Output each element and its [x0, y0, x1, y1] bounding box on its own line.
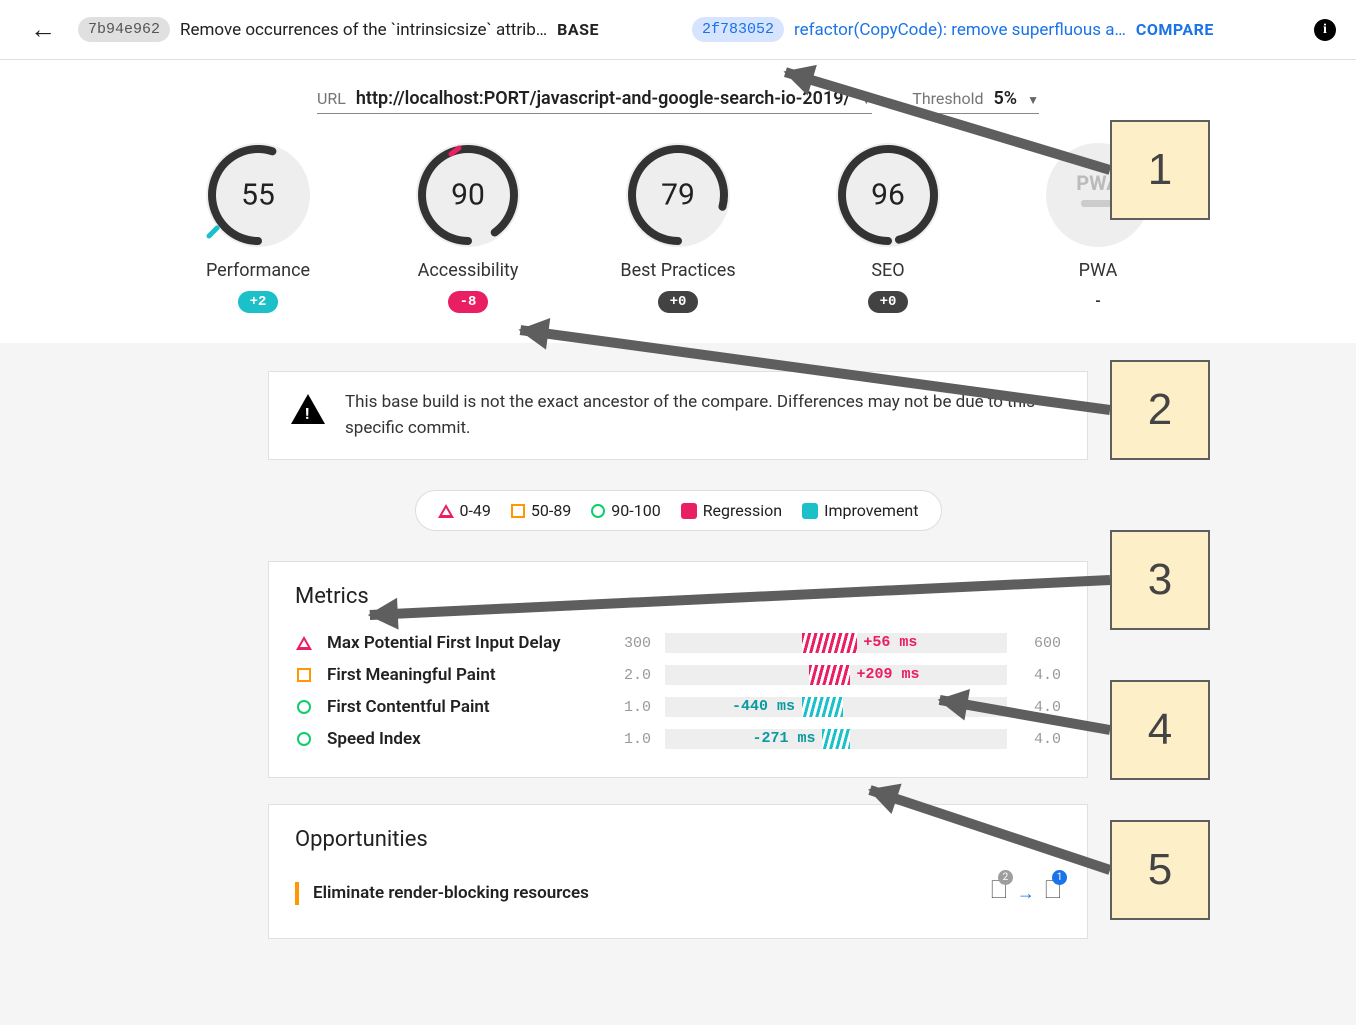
- threshold-label: Threshold: [912, 89, 983, 108]
- opportunity-row[interactable]: Eliminate render-blocking resources 🗋2 →…: [295, 870, 1061, 916]
- base-commit[interactable]: 7b94e962 Remove occurrences of the `intr…: [78, 17, 680, 42]
- url-label: URL: [317, 89, 346, 108]
- metric-bar: +209 ms: [665, 665, 1007, 685]
- svg-text:55: 55: [241, 178, 275, 213]
- svg-text:79: 79: [661, 178, 695, 213]
- metrics-card: Metrics Max Potential First Input Delay …: [268, 561, 1088, 778]
- gauge-accessibility[interactable]: 90 Accessibility -8: [398, 140, 538, 313]
- svg-text:96: 96: [871, 178, 905, 213]
- warning-text: This base build is not the exact ancesto…: [345, 390, 1065, 441]
- circle-icon: [297, 700, 311, 714]
- comparison-header: ← 7b94e962 Remove occurrences of the `in…: [0, 0, 1356, 60]
- report-base-icon[interactable]: 🗋2: [991, 876, 1007, 910]
- regression-swatch: [681, 503, 697, 519]
- delta-badge: +2: [238, 291, 279, 313]
- compare-hash: 2f783052: [692, 17, 784, 42]
- url-select[interactable]: URL http://localhost:PORT/javascript-and…: [317, 88, 872, 114]
- url-value: http://localhost:PORT/javascript-and-goo…: [356, 88, 850, 109]
- base-hash: 7b94e962: [78, 17, 170, 42]
- triangle-icon: [438, 504, 454, 518]
- annotation-3: 3: [1110, 530, 1210, 630]
- opportunities-heading: Opportunities: [295, 827, 1061, 852]
- info-icon[interactable]: i: [1314, 19, 1336, 41]
- base-role: BASE: [557, 20, 599, 39]
- compare-role: COMPARE: [1136, 20, 1214, 39]
- arrow-right-icon: →: [1017, 883, 1035, 904]
- metric-row[interactable]: Speed Index 1.0 -271 ms 4.0: [295, 723, 1061, 755]
- metric-bar: +56 ms: [665, 633, 1007, 653]
- compare-title: refactor(CopyCode): remove superfluous a…: [794, 20, 1126, 40]
- delta-badge: -: [1082, 291, 1114, 313]
- delta-badge: -8: [448, 291, 489, 313]
- back-button[interactable]: ←: [20, 14, 66, 45]
- warning-icon: [291, 394, 325, 424]
- annotation-4: 4: [1110, 680, 1210, 780]
- circle-icon: [591, 504, 605, 518]
- annotation-2: 2: [1110, 360, 1210, 460]
- gauge-performance[interactable]: 55 Performance +2: [188, 140, 328, 313]
- square-icon: [511, 504, 525, 518]
- gauge-seo[interactable]: 96 SEO +0: [818, 140, 958, 313]
- square-icon: [297, 668, 311, 682]
- metric-row[interactable]: Max Potential First Input Delay 300 +56 …: [295, 627, 1061, 659]
- circle-icon: [297, 732, 311, 746]
- delta-badge: +0: [868, 291, 909, 313]
- compare-commit[interactable]: 2f783052 refactor(CopyCode): remove supe…: [692, 17, 1294, 42]
- filter-bar: URL http://localhost:PORT/javascript-and…: [0, 60, 1356, 122]
- gauge-best-practices[interactable]: 79 Best Practices +0: [608, 140, 748, 313]
- svg-text:90: 90: [451, 178, 485, 213]
- annotation-5: 5: [1110, 820, 1210, 920]
- chevron-down-icon: ▼: [1027, 93, 1039, 107]
- metric-bar: -271 ms: [665, 729, 1007, 749]
- report-compare-icon[interactable]: 🗋1: [1045, 876, 1061, 910]
- threshold-value: 5%: [994, 88, 1018, 109]
- square-icon: [295, 882, 299, 905]
- annotation-1: 1: [1110, 120, 1210, 220]
- triangle-icon: [296, 636, 312, 650]
- improvement-swatch: [802, 503, 818, 519]
- legend: 0-49 50-89 90-100 Regression Improvement: [415, 490, 942, 531]
- delta-badge: +0: [658, 291, 699, 313]
- base-title: Remove occurrences of the `intrinsicsize…: [180, 20, 547, 40]
